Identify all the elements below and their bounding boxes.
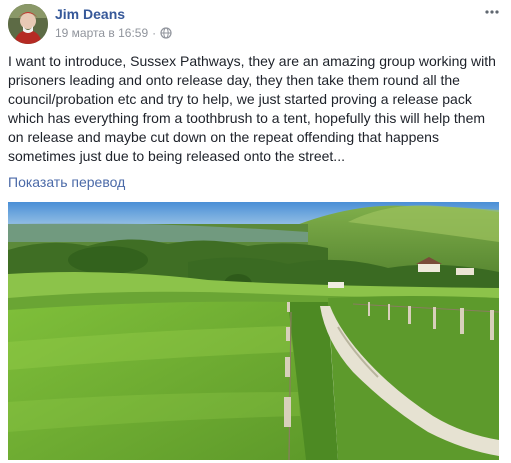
more-horizontal-icon xyxy=(485,10,499,14)
facebook-post: Jim Deans 19 марта в 16:59 · I want to i… xyxy=(0,0,511,463)
post-timestamp[interactable]: 19 марта в 16:59 xyxy=(55,26,148,40)
post-text-line: prisoners leading and onto release day, … xyxy=(8,72,460,88)
post-meta: 19 марта в 16:59 · xyxy=(55,26,172,40)
post-photo[interactable] xyxy=(8,202,499,460)
meta-separator: · xyxy=(152,26,157,40)
more-options-button[interactable] xyxy=(483,4,501,20)
post-text-line: which has everything from a toothbrush t… xyxy=(8,110,486,126)
show-translation-link[interactable]: Показать перевод xyxy=(8,174,125,190)
post-text-line: sometimes just due to being released ont… xyxy=(8,148,345,164)
globe-icon[interactable] xyxy=(160,27,172,39)
post-text-line: council/probation etc and try to help, w… xyxy=(8,91,472,107)
post-text-line: I want to introduce, Sussex Pathways, th… xyxy=(8,53,496,69)
post-text: I want to introduce, Sussex Pathways, th… xyxy=(8,52,504,166)
author-avatar[interactable] xyxy=(8,4,48,44)
post-text-line: on release and maybe cut down on the rep… xyxy=(8,129,439,145)
author-name[interactable]: Jim Deans xyxy=(55,6,125,22)
